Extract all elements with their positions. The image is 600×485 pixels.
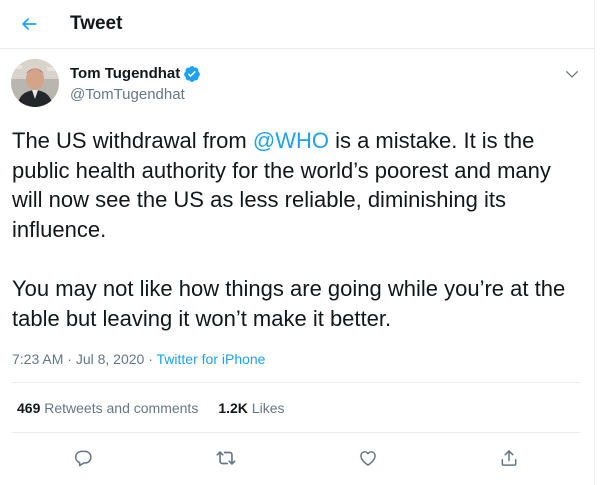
share-button[interactable] bbox=[497, 446, 521, 470]
back-button[interactable] bbox=[14, 9, 44, 39]
like-button[interactable] bbox=[356, 446, 380, 470]
tweet-text: The US withdrawal from @WHO is a mistake… bbox=[12, 126, 582, 333]
page-title: Tweet bbox=[70, 13, 123, 34]
like-icon bbox=[360, 451, 376, 466]
tweet-paragraph-2: You may not like how things are going wh… bbox=[12, 275, 566, 331]
reply-button[interactable] bbox=[71, 446, 95, 470]
chevron-down-icon bbox=[566, 71, 578, 78]
page-header: Tweet bbox=[0, 0, 594, 49]
tweet-stats: 469 Retweets and comments 1.2K Likes bbox=[17, 399, 284, 417]
share-icon bbox=[501, 450, 517, 466]
tweet-time[interactable]: 7:23 AM bbox=[12, 351, 63, 367]
more-options-button[interactable] bbox=[562, 64, 582, 84]
author-name[interactable]: Tom Tugendhat bbox=[70, 65, 180, 83]
tweet-page: Tweet Tom Tugendhat @TomTugendhat The US… bbox=[0, 0, 595, 485]
author-row: Tom Tugendhat bbox=[70, 65, 201, 83]
tweet-source-link[interactable]: Twitter for iPhone bbox=[157, 351, 266, 367]
mention-link[interactable]: @WHO bbox=[253, 128, 329, 153]
tweet-actions bbox=[0, 446, 594, 470]
avatar-image bbox=[11, 59, 59, 107]
tweet-date[interactable]: Jul 8, 2020 bbox=[76, 351, 145, 367]
divider bbox=[12, 432, 580, 433]
retweet-button[interactable] bbox=[214, 446, 238, 470]
verified-badge-icon bbox=[184, 66, 201, 82]
avatar[interactable] bbox=[11, 59, 59, 107]
divider bbox=[12, 382, 580, 383]
reply-icon bbox=[74, 450, 92, 467]
retweets-stat[interactable]: 469 Retweets and comments bbox=[17, 400, 198, 416]
arrow-left-icon bbox=[22, 18, 37, 30]
likes-stat[interactable]: 1.2K Likes bbox=[218, 400, 284, 416]
retweet-icon bbox=[216, 451, 236, 465]
tweet-paragraph-1: The US withdrawal from @WHO is a mistake… bbox=[12, 128, 551, 242]
author-handle[interactable]: @TomTugendhat bbox=[70, 86, 185, 104]
tweet-meta: 7:23 AM · Jul 8, 2020 · Twitter for iPho… bbox=[12, 351, 266, 367]
